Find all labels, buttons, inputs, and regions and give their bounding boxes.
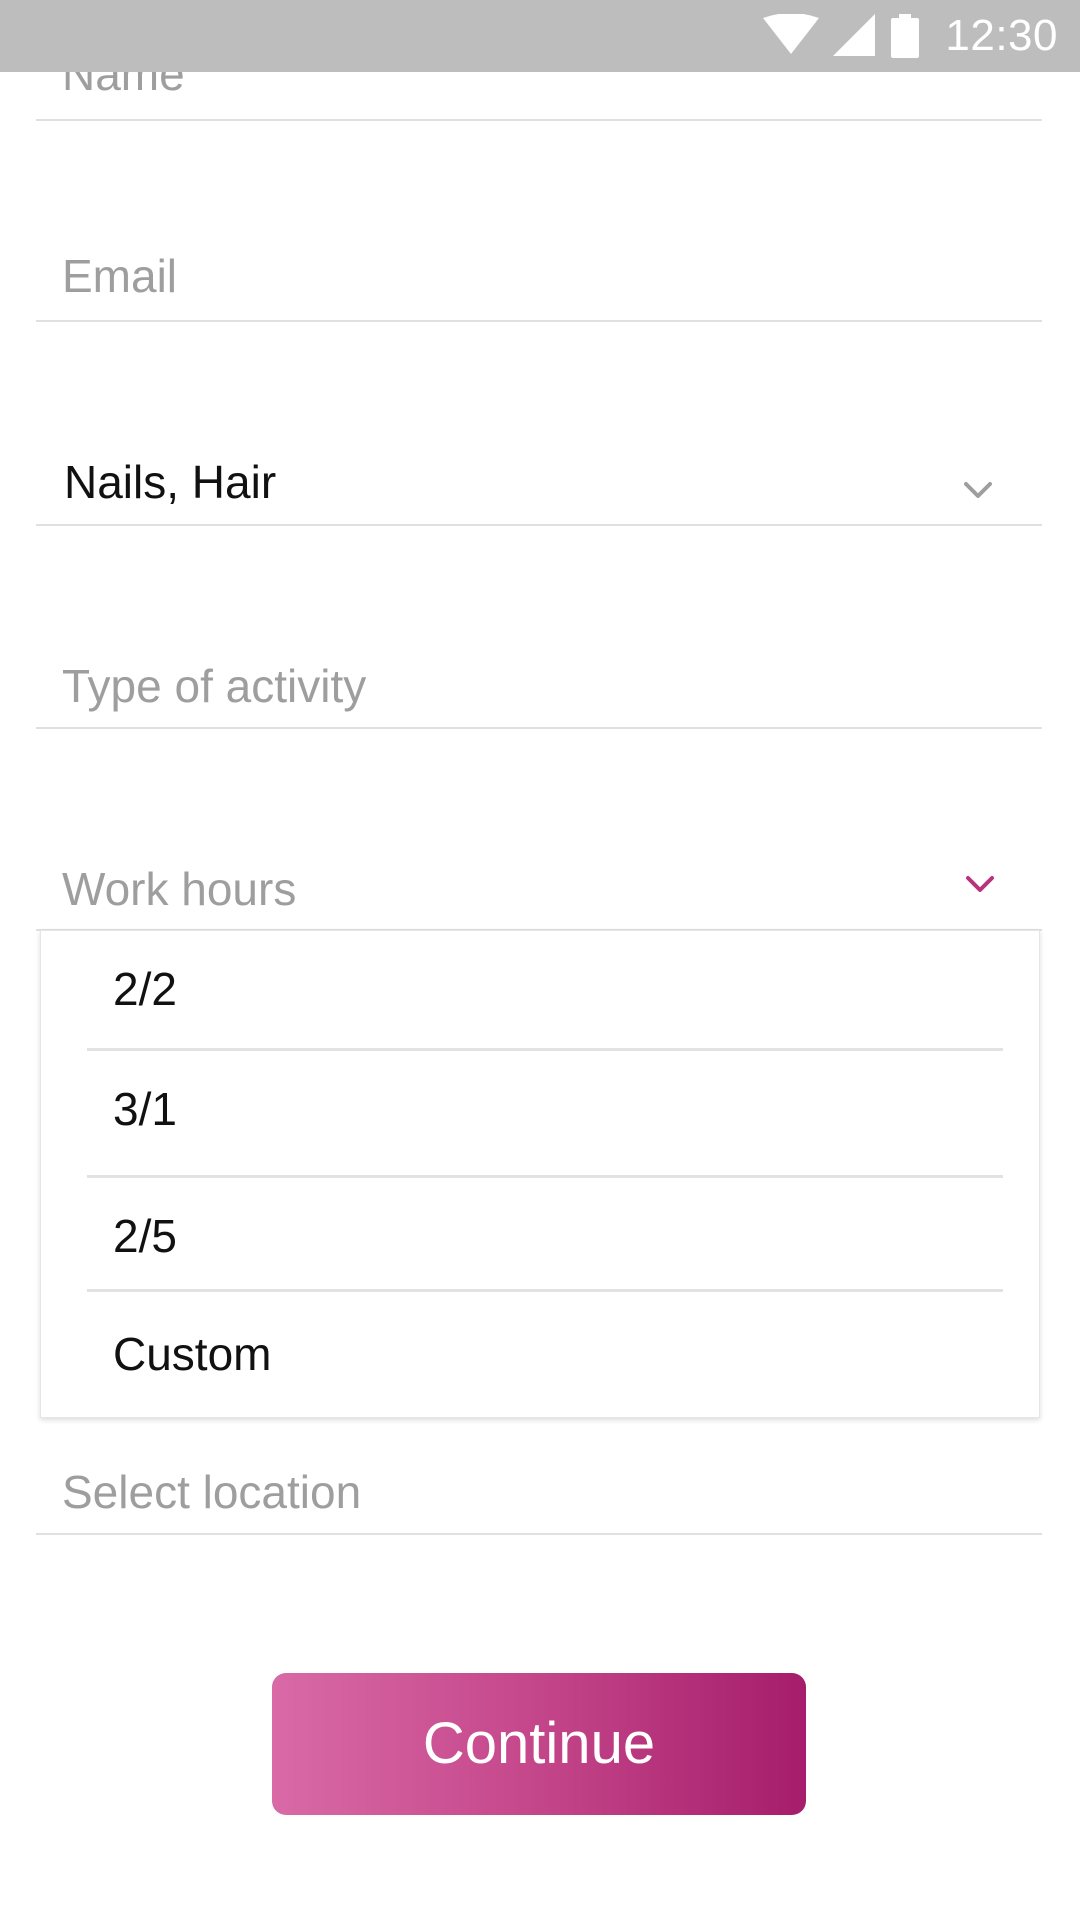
chevron-down-icon[interactable] [960, 864, 1000, 904]
chevron-down-icon [964, 482, 992, 498]
work-hours-option-2-5[interactable]: 2/5 [41, 1178, 1039, 1294]
email-field-underline [36, 320, 1042, 322]
work-hours-dropdown: 2/2 3/1 2/5 Custom [40, 930, 1040, 1418]
email-field-placeholder: Email [62, 250, 178, 302]
option-label: Custom [113, 1328, 272, 1380]
activity-type-underline [36, 727, 1042, 729]
status-icons: 12:30 [763, 0, 1058, 72]
categories-select-value: Nails, Hair [64, 456, 277, 508]
continue-button[interactable]: Continue [272, 1673, 806, 1815]
option-label: 2/5 [113, 1210, 177, 1262]
name-field-underline [36, 119, 1042, 121]
work-hours-option-custom[interactable]: Custom [41, 1292, 1039, 1417]
wifi-icon [763, 14, 820, 54]
work-hours-option-2-2[interactable]: 2/2 [41, 931, 1039, 1047]
activity-type-placeholder: Type of activity [62, 660, 367, 712]
location-placeholder: Select location [62, 1466, 362, 1518]
option-label: 2/2 [113, 963, 177, 1015]
option-label: 3/1 [113, 1083, 177, 1135]
categories-select-underline [36, 524, 1042, 526]
location-underline [36, 1533, 1042, 1535]
status-time: 12:30 [945, 11, 1058, 60]
work-hours-placeholder: Work hours [62, 863, 297, 915]
status-bar: 12:30 [0, 0, 1080, 72]
cellular-signal-icon [833, 14, 876, 56]
battery-icon [891, 14, 920, 58]
work-hours-option-3-1[interactable]: 3/1 [41, 1051, 1039, 1167]
